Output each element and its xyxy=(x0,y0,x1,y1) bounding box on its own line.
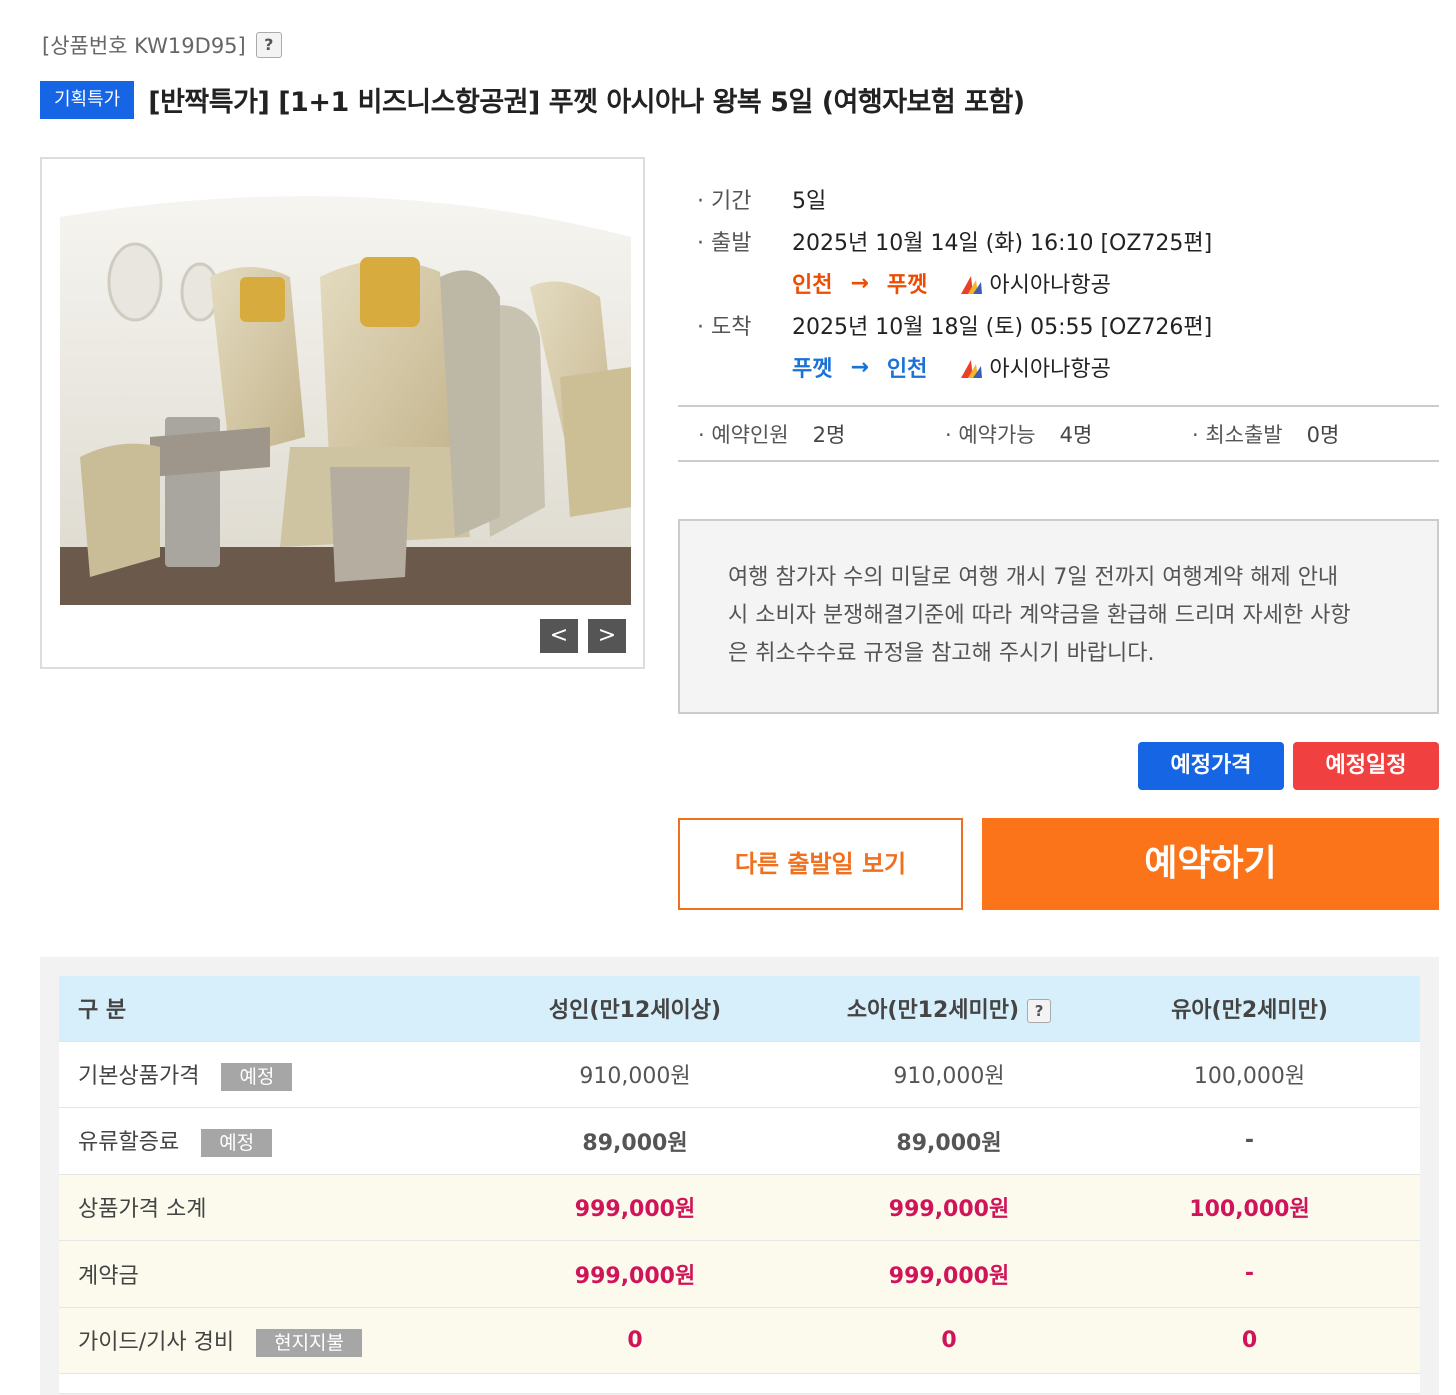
child-price: 89,000원 xyxy=(819,1107,1079,1175)
duration-label: · 기간 xyxy=(697,189,752,214)
arrival-airline-name: 아시아나항공 xyxy=(989,357,1111,382)
arrival-from: 푸껫 xyxy=(792,357,833,382)
row-label-text: 유류할증료 xyxy=(78,1130,180,1156)
route-arrow-icon: → xyxy=(850,354,869,380)
product-title: [반짝특가] [1+1 비즈니스항공권] 푸껫 아시아나 왕복 5일 (여행자보… xyxy=(148,87,1025,118)
gallery-next-button[interactable]: > xyxy=(588,619,626,653)
arrival-airline: 아시아나항공 xyxy=(959,351,1111,383)
departure-label: · 출발 xyxy=(697,231,752,256)
booked-count: · 예약인원 2명 xyxy=(678,419,925,449)
adult-price: 999,000원 xyxy=(451,1240,819,1308)
table-row: 기본상품가격 예정 910,000원 910,000원 100,000원 xyxy=(59,1041,1420,1108)
title-row: 기획특가 [반짝특가] [1+1 비즈니스항공권] 푸껫 아시아나 왕복 5일 … xyxy=(40,80,1025,119)
local-pay-tag: 현지지불 xyxy=(256,1328,363,1357)
gallery-prev-button[interactable]: < xyxy=(540,619,578,653)
notice-line: 은 취소수수료 규정을 참고해 주시기 바랍니다. xyxy=(728,641,1155,666)
route-arrow-icon: → xyxy=(850,270,869,296)
table-row xyxy=(59,1373,1420,1394)
available-value: 4명 xyxy=(1059,422,1093,447)
row-label: 유류할증료 예정 xyxy=(59,1107,451,1175)
departure-route: 인천 → 푸껫 아시아나항공 xyxy=(697,262,1437,304)
table-row: 유류할증료 예정 89,000원 89,000원 - xyxy=(59,1107,1420,1175)
empty-cell xyxy=(59,1373,451,1394)
cancellation-notice: 여행 참가자 수의 미달로 여행 개시 7일 전까지 여행계약 해제 안내 시 … xyxy=(678,519,1439,714)
asiana-logo-icon xyxy=(961,276,983,294)
table-row: 상품가격 소계 999,000원 999,000원 100,000원 xyxy=(59,1174,1420,1241)
booked-value: 2명 xyxy=(812,422,846,447)
tentative-tag: 예정 xyxy=(201,1129,273,1158)
tentative-price-button[interactable]: 예정가격 xyxy=(1138,742,1284,790)
promo-badge: 기획특가 xyxy=(40,80,135,119)
product-code-help-icon[interactable]: ? xyxy=(255,32,282,58)
available-label: · 예약가능 xyxy=(945,422,1036,447)
departure-to: 푸껫 xyxy=(886,273,928,298)
arrival-to: 인천 xyxy=(886,357,928,382)
child-price: 910,000원 xyxy=(819,1041,1079,1108)
product-code-text: [상품번호 KW19D95] xyxy=(42,34,246,58)
child-price: 0 xyxy=(819,1307,1079,1374)
infant-price: 0 xyxy=(1079,1307,1420,1374)
col-child-label: 소아(만12세미만) xyxy=(846,998,1020,1024)
adult-price: 89,000원 xyxy=(451,1107,819,1175)
child-price: 999,000원 xyxy=(819,1174,1079,1241)
departure-row: · 출발 2025년 10월 14일 (화) 16:10 [OZ725편] xyxy=(697,220,1437,262)
table-row: 계약금 999,000원 999,000원 - xyxy=(59,1240,1420,1308)
cabin-seat-photo xyxy=(60,177,631,605)
departure-airline-name: 아시아나항공 xyxy=(989,273,1111,298)
book-button[interactable]: 예약하기 xyxy=(982,818,1439,910)
child-help-icon[interactable]: ? xyxy=(1027,999,1052,1024)
min-label: · 최소출발 xyxy=(1192,422,1283,447)
price-table: 구 분 성인(만12세이상) 소아(만12세미만)? 유아(만2세미만) 기본상… xyxy=(59,976,1420,1394)
child-price: 999,000원 xyxy=(819,1240,1079,1308)
arrival-route: 푸껫 → 인천 아시아나항공 xyxy=(697,346,1437,388)
row-label: 상품가격 소계 xyxy=(59,1174,451,1241)
pax-summary: · 예약인원 2명 · 예약가능 4명 · 최소출발 0명 xyxy=(678,405,1439,462)
arrival-value: 2025년 10월 18일 (토) 05:55 [OZ726편] xyxy=(792,315,1213,340)
col-infant: 유아(만2세미만) xyxy=(1079,976,1420,1042)
infant-price: 100,000원 xyxy=(1079,1041,1420,1108)
duration-row: · 기간 5일 xyxy=(697,178,1437,220)
row-label: 계약금 xyxy=(59,1240,451,1308)
departure-value: 2025년 10월 14일 (화) 16:10 [OZ725편] xyxy=(792,231,1213,256)
row-label-text: 기본상품가격 xyxy=(78,1063,200,1089)
infant-price: - xyxy=(1079,1107,1420,1175)
infant-price: 100,000원 xyxy=(1079,1174,1420,1241)
row-label: 기본상품가격 예정 xyxy=(59,1041,451,1108)
tentative-tag: 예정 xyxy=(221,1062,293,1091)
arrival-row: · 도착 2025년 10월 18일 (토) 05:55 [OZ726편] xyxy=(697,304,1437,346)
adult-price: 999,000원 xyxy=(451,1174,819,1241)
booked-label: · 예약인원 xyxy=(698,422,789,447)
table-row: 가이드/기사 경비 현지지불 0 0 0 xyxy=(59,1307,1420,1374)
col-child: 소아(만12세미만)? xyxy=(819,976,1079,1042)
min-value: 0명 xyxy=(1306,422,1340,447)
adult-price: 0 xyxy=(451,1307,819,1374)
available-count: · 예약가능 4명 xyxy=(925,419,1172,449)
notice-line: 여행 참가자 수의 미달로 여행 개시 7일 전까지 여행계약 해제 안내 xyxy=(728,565,1339,590)
row-label: 가이드/기사 경비 현지지불 xyxy=(59,1307,451,1374)
photo-gallery: < > xyxy=(40,157,645,669)
price-table-header: 구 분 성인(만12세이상) 소아(만12세미만)? 유아(만2세미만) xyxy=(59,976,1420,1042)
notice-line: 시 소비자 분쟁해결기준에 따라 계약금을 환급해 드리며 자세한 사항 xyxy=(728,603,1351,628)
duration-value: 5일 xyxy=(792,189,827,214)
empty-cell xyxy=(451,1373,819,1394)
other-dates-button[interactable]: 다른 출발일 보기 xyxy=(678,818,963,910)
tentative-schedule-button[interactable]: 예정일정 xyxy=(1293,742,1439,790)
price-section: 구 분 성인(만12세이상) 소아(만12세미만)? 유아(만2세미만) 기본상… xyxy=(40,957,1439,1395)
col-category: 구 분 xyxy=(59,976,451,1042)
arrival-label: · 도착 xyxy=(697,315,752,340)
product-code: [상품번호 KW19D95] ? xyxy=(42,30,282,60)
departure-airline: 아시아나항공 xyxy=(959,267,1111,299)
empty-cell xyxy=(819,1373,1079,1394)
infant-price: - xyxy=(1079,1240,1420,1308)
col-adult: 성인(만12세이상) xyxy=(451,976,819,1042)
trip-info: · 기간 5일 · 출발 2025년 10월 14일 (화) 16:10 [OZ… xyxy=(697,178,1437,388)
adult-price: 910,000원 xyxy=(451,1041,819,1108)
empty-cell xyxy=(1079,1373,1420,1394)
departure-from: 인천 xyxy=(792,273,833,298)
asiana-logo-icon xyxy=(961,360,983,378)
row-label-text: 가이드/기사 경비 xyxy=(78,1329,235,1355)
min-departure-count: · 최소출발 0명 xyxy=(1172,419,1419,449)
